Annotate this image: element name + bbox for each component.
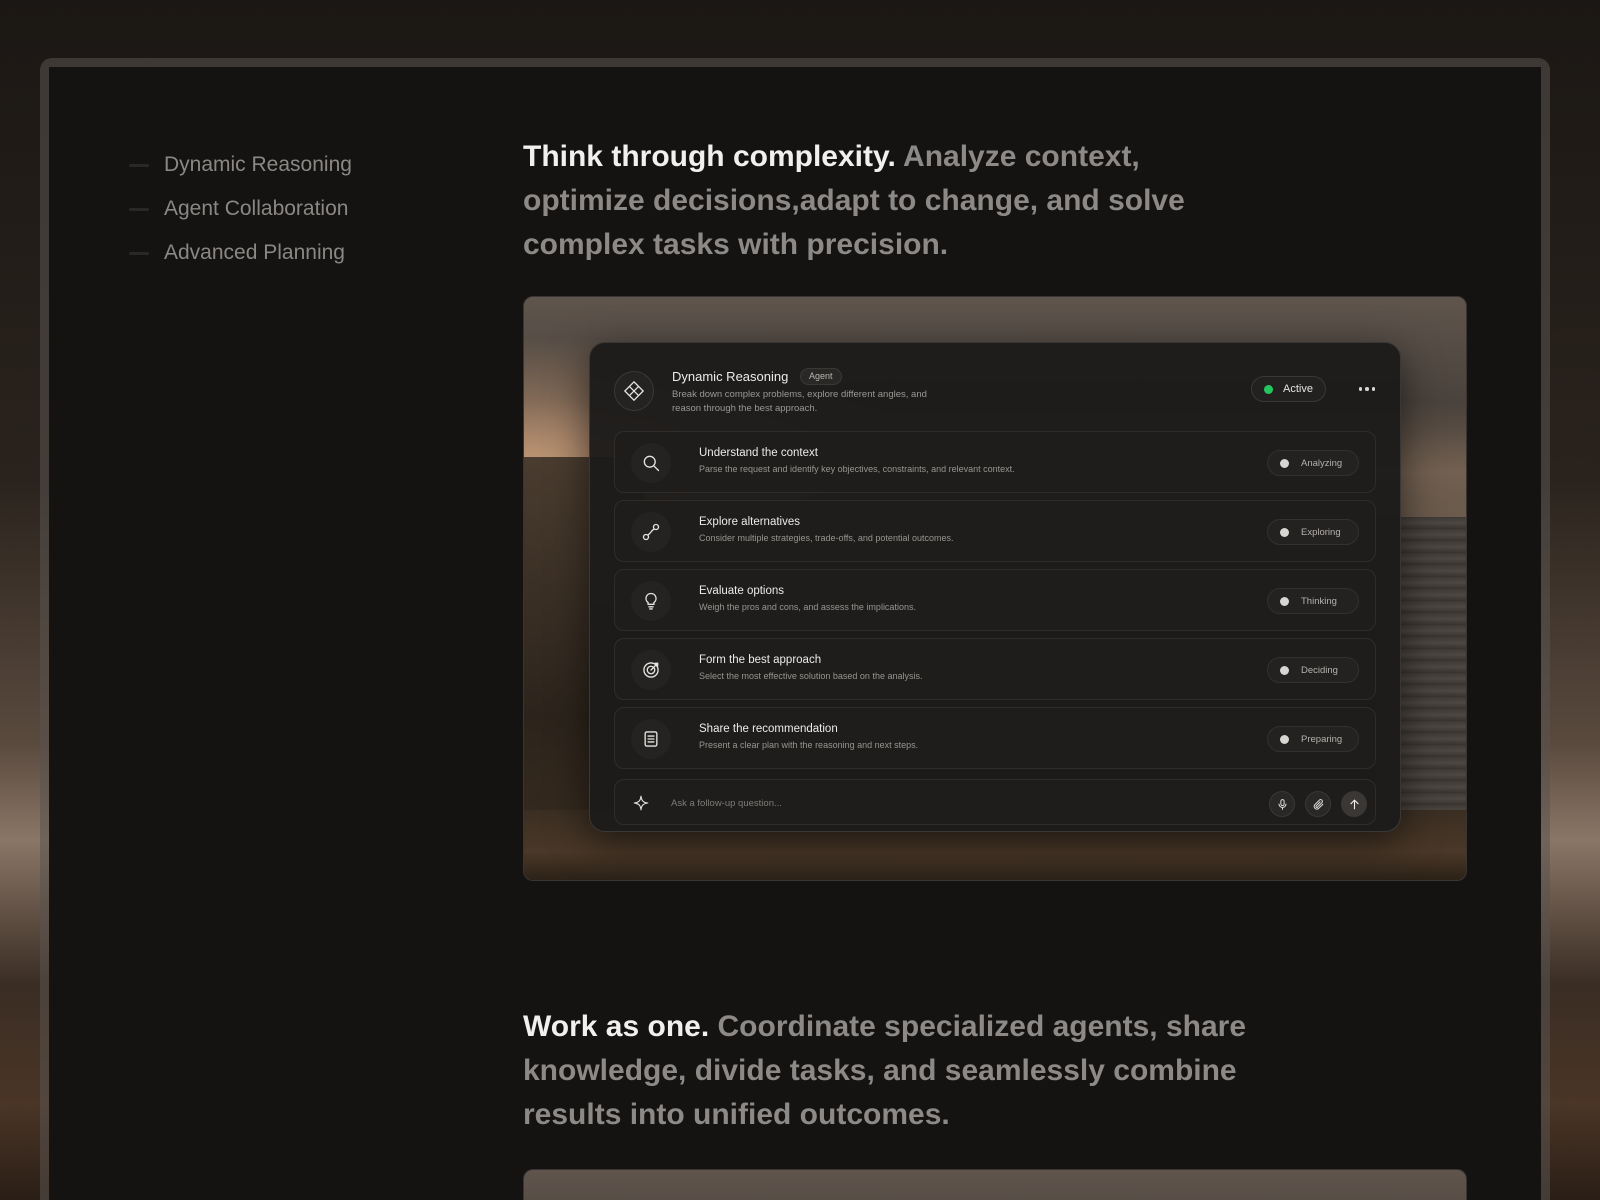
showcase-image: Dynamic Reasoning Agent Break down compl… [523,296,1467,881]
feature-nav: Dynamic Reasoning Agent Collaboration Ad… [129,143,352,275]
sparkle-icon [631,793,651,813]
headline-lead: Think through complexity. [523,140,896,173]
step-status-badge: Exploring [1267,519,1359,545]
status-dot-icon [1280,734,1289,744]
step-form-approach[interactable]: Form the best approach Select the most e… [614,638,1376,700]
step-status-label: Exploring [1301,526,1341,538]
status-dot-icon [1264,384,1274,394]
agent-description: Break down complex problems, explore dif… [672,389,927,414]
agent-panel: Dynamic Reasoning Agent Break down compl… [589,342,1401,832]
agent-header: Dynamic Reasoning Agent Break down compl… [614,367,1380,419]
microphone-icon[interactable] [1269,791,1295,817]
branch-icon [631,512,671,552]
step-description: Present a clear plan with the reasoning … [699,740,919,750]
status-dot-icon [1280,665,1289,675]
step-status-badge: Preparing [1267,726,1359,752]
step-status-badge: Deciding [1267,657,1359,683]
nav-indicator [129,207,149,211]
step-title: Form the best approach [699,654,822,666]
nav-item-advanced-planning[interactable]: Advanced Planning [129,231,352,275]
section-headline-collaboration: Work as one. Coordinate specialized agen… [523,1005,1263,1137]
step-description: Select the most effective solution based… [699,671,923,681]
page: Dynamic Reasoning Agent Collaboration Ad… [49,67,1541,1200]
document-icon [631,719,671,759]
nav-indicator [129,251,149,255]
target-icon [631,650,671,690]
nav-item-label: Agent Collaboration [164,197,349,220]
step-title: Evaluate options [699,585,785,597]
step-description: Parse the request and identify key objec… [699,464,1015,474]
follow-up-composer [614,779,1376,825]
follow-up-input[interactable] [671,792,1211,814]
more-options-icon[interactable] [1354,376,1380,402]
nav-item-dynamic-reasoning[interactable]: Dynamic Reasoning [129,143,352,187]
status-dot-icon [1280,527,1289,537]
step-explore-alternatives[interactable]: Explore alternatives Consider multiple s… [614,500,1376,562]
nav-item-agent-collaboration[interactable]: Agent Collaboration [129,187,352,231]
agent-title: Dynamic Reasoning [672,369,789,384]
agent-badge: Agent [800,368,842,385]
paperclip-icon[interactable] [1305,791,1331,817]
browser-frame: Dynamic Reasoning Agent Collaboration Ad… [40,58,1550,1200]
nav-item-label: Advanced Planning [164,241,345,264]
active-status-button[interactable]: Active [1251,376,1326,402]
step-share-recommendation[interactable]: Share the recommendation Present a clear… [614,707,1376,769]
reasoning-steps: Understand the context Parse the request… [614,431,1376,776]
step-description: Weigh the pros and cons, and assess the … [699,602,916,612]
step-title: Understand the context [699,447,818,459]
step-status-label: Analyzing [1301,457,1343,469]
nav-item-label: Dynamic Reasoning [164,153,352,176]
step-status-label: Deciding [1301,664,1338,676]
search-icon [631,443,671,483]
headline-lead: Work as one. [523,1010,710,1043]
step-status-label: Preparing [1301,733,1343,745]
showcase-image-next [523,1169,1467,1200]
agent-logo-icon [614,371,654,411]
lightbulb-icon [631,581,671,621]
status-dot-icon [1280,458,1289,468]
status-dot-icon [1280,596,1289,606]
active-status-label: Active [1283,383,1313,395]
step-evaluate-options[interactable]: Evaluate options Weigh the pros and cons… [614,569,1376,631]
step-status-badge: Thinking [1267,588,1359,614]
step-status-badge: Analyzing [1267,450,1359,476]
step-description: Consider multiple strategies, trade-offs… [699,533,954,543]
send-arrow-icon[interactable] [1341,791,1367,817]
section-headline-reasoning: Think through complexity. Analyze contex… [523,135,1263,267]
step-title: Share the recommendation [699,723,838,735]
step-understand-context[interactable]: Understand the context Parse the request… [614,431,1376,493]
step-title: Explore alternatives [699,516,800,528]
step-status-label: Thinking [1301,595,1337,607]
nav-indicator [129,163,149,167]
